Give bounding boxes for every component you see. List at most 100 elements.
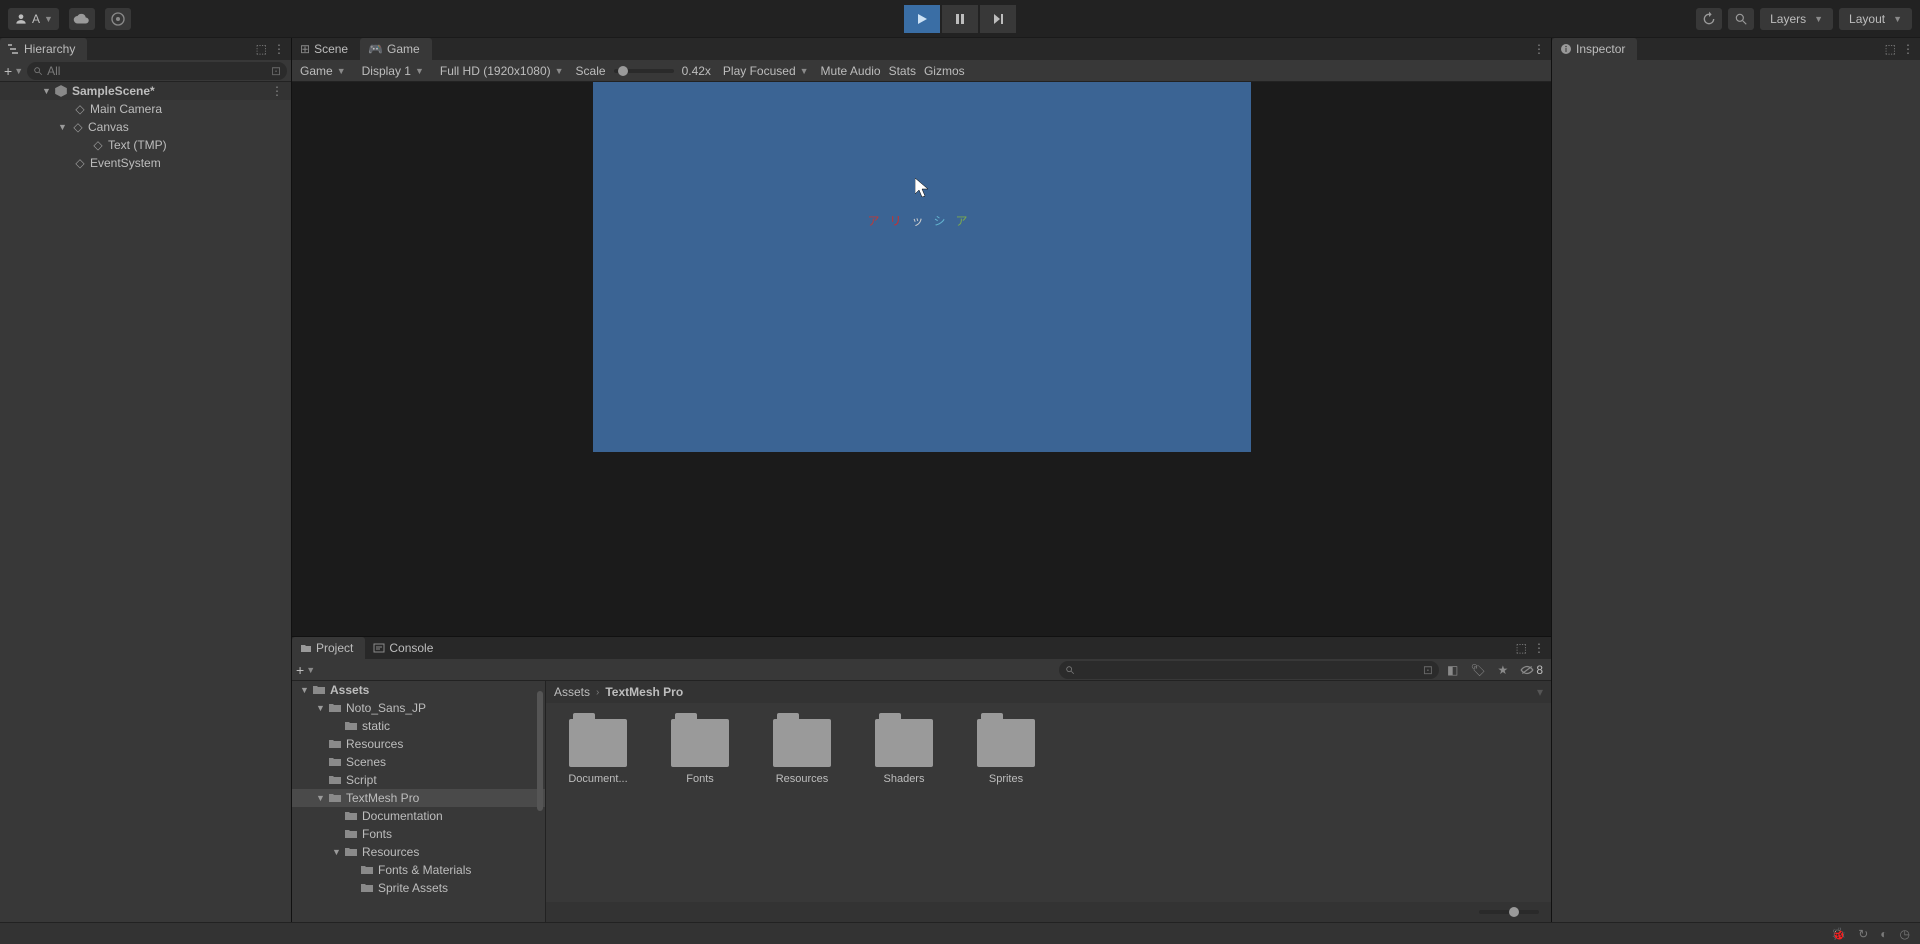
project-tree-item[interactable]: ▼TextMesh Pro bbox=[292, 789, 545, 807]
vertical-dots-icon[interactable]: ⋮ bbox=[1533, 42, 1545, 56]
stats-toggle[interactable]: Stats bbox=[889, 64, 916, 78]
cloud-button[interactable] bbox=[69, 8, 95, 30]
slider-thumb[interactable] bbox=[1509, 907, 1519, 917]
chevron-down-icon: ▼ bbox=[800, 66, 809, 76]
foldout-icon[interactable]: ▼ bbox=[300, 685, 312, 695]
hierarchy-item-text-tmp[interactable]: ◇ Text (TMP) bbox=[0, 136, 291, 154]
tree-item-label: Scenes bbox=[346, 755, 386, 769]
project-tab-row: Project Console ⬚ ⋮ bbox=[292, 637, 1551, 659]
hierarchy-item-canvas[interactable]: ▼ ◇ Canvas bbox=[0, 118, 291, 136]
folder-grid-item[interactable]: Shaders bbox=[868, 719, 940, 785]
step-button[interactable] bbox=[980, 5, 1016, 33]
unity-scene-icon bbox=[54, 84, 68, 98]
project-tree-item[interactable]: Documentation bbox=[292, 807, 545, 825]
project-tree-item[interactable]: ▼Assets bbox=[292, 681, 545, 699]
favorite-filter-icon[interactable]: ★ bbox=[1494, 663, 1513, 677]
vertical-dots-icon[interactable]: ⋮ bbox=[1902, 42, 1914, 56]
foldout-icon[interactable]: ▼ bbox=[332, 847, 344, 857]
foldout-icon[interactable]: ▼ bbox=[42, 86, 54, 96]
chevron-down-icon: ▼ bbox=[415, 66, 424, 76]
hierarchy-tab[interactable]: Hierarchy bbox=[0, 38, 87, 60]
folder-grid-item[interactable]: Resources bbox=[766, 719, 838, 785]
hierarchy-item-main-camera[interactable]: ◇ Main Camera bbox=[0, 100, 291, 118]
inspector-tab[interactable]: Inspector bbox=[1552, 38, 1637, 60]
resolution-dropdown[interactable]: Full HD (1920x1080) ▼ bbox=[436, 64, 568, 78]
folder-grid-item[interactable]: Document... bbox=[562, 719, 634, 785]
project-tree-item[interactable]: Fonts & Materials bbox=[292, 861, 545, 879]
scene-tab[interactable]: ⊞ Scene bbox=[292, 38, 360, 60]
version-control-button[interactable] bbox=[105, 8, 131, 30]
filter-by-label-icon[interactable]: 🏷 bbox=[1466, 663, 1489, 677]
game-tab[interactable]: 🎮 Game bbox=[360, 38, 432, 60]
search-expand-icon[interactable]: ⊡ bbox=[271, 64, 281, 78]
project-tab[interactable]: Project bbox=[292, 637, 365, 659]
chevron-down-icon: ▼ bbox=[555, 66, 564, 76]
folder-grid-item[interactable]: Sprites bbox=[970, 719, 1042, 785]
game-mode-dropdown[interactable]: Game ▼ bbox=[296, 64, 350, 78]
project-tree-item[interactable]: ▼Resources bbox=[292, 843, 545, 861]
scene-name: SampleScene* bbox=[72, 84, 155, 98]
play-focused-dropdown[interactable]: Play Focused ▼ bbox=[719, 64, 813, 78]
breadcrumb: Assets › TextMesh Pro ▾ bbox=[546, 681, 1551, 703]
auto-refresh-icon[interactable]: ↻ bbox=[1858, 927, 1868, 941]
search-expand-icon[interactable]: ⊡ bbox=[1423, 663, 1433, 677]
foldout-icon[interactable]: ▼ bbox=[58, 122, 70, 132]
create-dropdown[interactable]: +▼ bbox=[296, 662, 315, 678]
project-search[interactable]: ⊡ bbox=[1059, 661, 1439, 679]
layout-dropdown[interactable]: Layout ▼ bbox=[1839, 8, 1912, 30]
create-dropdown[interactable]: +▼ bbox=[4, 63, 23, 79]
search-icon bbox=[1065, 665, 1075, 675]
project-tree-item[interactable]: Sprite Assets bbox=[292, 879, 545, 897]
global-search-button[interactable] bbox=[1728, 8, 1754, 30]
debug-icon[interactable]: 🐞 bbox=[1831, 927, 1846, 941]
slider-thumb[interactable] bbox=[618, 66, 628, 76]
project-toolbar: +▼ ⊡ ◧ 🏷 ★ 8 bbox=[292, 659, 1551, 681]
progress-icon[interactable]: ◷ bbox=[1900, 927, 1910, 941]
cache-server-icon[interactable]: ◐ bbox=[1880, 927, 1887, 941]
tree-item-label: static bbox=[362, 719, 390, 733]
viewport-tabs: ⊞ Scene 🎮 Game ⋮ bbox=[292, 38, 1551, 60]
project-tree-item[interactable]: Scenes bbox=[292, 753, 545, 771]
folder-icon bbox=[328, 737, 342, 751]
hierarchy-search[interactable]: All ⊡ bbox=[27, 62, 287, 80]
vertical-dots-icon[interactable]: ⋮ bbox=[273, 42, 285, 56]
breadcrumb-item[interactable]: TextMesh Pro bbox=[605, 685, 683, 699]
project-tree-item[interactable]: ▼Noto_Sans_JP bbox=[292, 699, 545, 717]
top-toolbar: A ▼ Layers ▼ Layout bbox=[0, 0, 1920, 38]
play-button[interactable] bbox=[904, 5, 940, 33]
folder-grid-item[interactable]: Fonts bbox=[664, 719, 736, 785]
lock-icon[interactable]: ⬚ bbox=[1885, 42, 1896, 56]
console-tab[interactable]: Console bbox=[365, 637, 445, 659]
account-button[interactable]: A ▼ bbox=[8, 8, 59, 30]
pause-button[interactable] bbox=[942, 5, 978, 33]
layers-dropdown[interactable]: Layers ▼ bbox=[1760, 8, 1833, 30]
foldout-icon[interactable]: ▼ bbox=[316, 793, 328, 803]
layers-label: Layers bbox=[1770, 12, 1806, 26]
filter-by-type-icon[interactable]: ◧ bbox=[1443, 663, 1462, 677]
icon-size-slider[interactable] bbox=[1479, 910, 1539, 914]
gizmos-toggle[interactable]: Gizmos bbox=[924, 64, 965, 78]
hierarchy-tab-label: Hierarchy bbox=[24, 42, 75, 56]
account-label: A bbox=[32, 12, 40, 26]
project-tree-item[interactable]: static bbox=[292, 717, 545, 735]
vertical-dots-icon[interactable]: ⋮ bbox=[271, 84, 283, 98]
mute-audio-toggle[interactable]: Mute Audio bbox=[821, 64, 881, 78]
lock-icon[interactable]: ⬚ bbox=[256, 42, 267, 56]
breadcrumb-item[interactable]: Assets bbox=[554, 685, 590, 699]
scene-row[interactable]: ▼ SampleScene* ⋮ bbox=[0, 82, 291, 100]
display-dropdown[interactable]: Display 1 ▼ bbox=[358, 64, 428, 78]
undo-history-button[interactable] bbox=[1696, 8, 1722, 30]
hierarchy-item-eventsystem[interactable]: ◇ EventSystem bbox=[0, 154, 291, 172]
vertical-dots-icon[interactable]: ⋮ bbox=[1533, 641, 1545, 655]
project-tree-item[interactable]: Script bbox=[292, 771, 545, 789]
lock-icon[interactable]: ⬚ bbox=[1516, 641, 1527, 655]
project-tree-item[interactable]: Fonts bbox=[292, 825, 545, 843]
scale-slider[interactable] bbox=[614, 69, 674, 73]
folder-icon bbox=[344, 809, 358, 823]
hidden-packages-toggle[interactable]: 8 bbox=[1516, 663, 1547, 677]
tree-item-label: Fonts & Materials bbox=[378, 863, 471, 877]
project-folder-tree: ▼Assets▼Noto_Sans_JPstatic Resources Scene… bbox=[292, 681, 546, 922]
chevron-down-icon: ▼ bbox=[337, 66, 346, 76]
foldout-icon[interactable]: ▼ bbox=[316, 703, 328, 713]
project-tree-item[interactable]: Resources bbox=[292, 735, 545, 753]
